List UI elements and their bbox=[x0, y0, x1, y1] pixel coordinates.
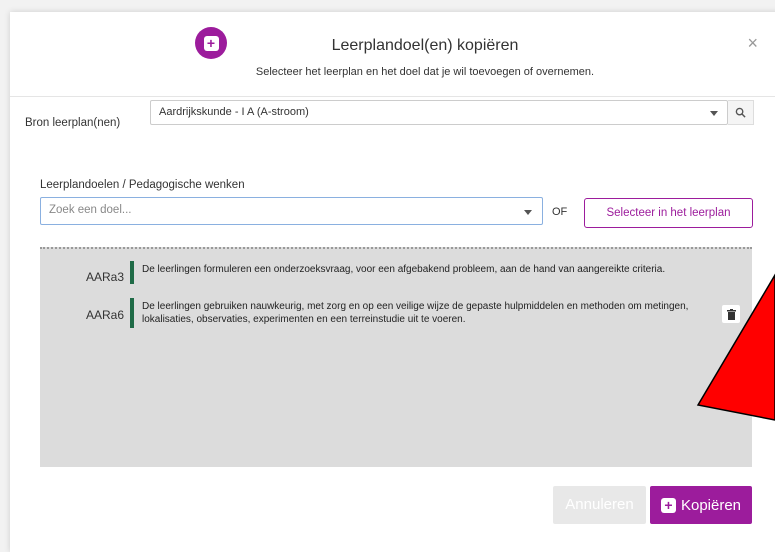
goal-text: De leerlingen gebruiken nauwkeurig, met … bbox=[142, 301, 689, 325]
search-goal-input[interactable]: Zoek een doel... bbox=[40, 197, 543, 225]
chevron-down-icon bbox=[710, 111, 718, 116]
copy-button-label: Kopiëren bbox=[680, 496, 742, 514]
list-item: AARa3 De leerlingen formuleren een onder… bbox=[40, 261, 752, 284]
chevron-down-icon bbox=[524, 210, 532, 215]
plus-square-icon: + bbox=[660, 497, 676, 513]
delete-button[interactable] bbox=[722, 305, 740, 323]
leerplandoelen-label: Leerplandoelen / Pedagogische wenken bbox=[40, 179, 245, 191]
dialog-title: Leerplandoel(en) kopiëren bbox=[331, 37, 519, 54]
goal-code: AARa3 bbox=[85, 270, 124, 284]
selected-goals-list: AARa3 De leerlingen formuleren een onder… bbox=[40, 247, 752, 467]
goal-text: De leerlingen formuleren een onderzoeksv… bbox=[142, 264, 666, 275]
goal-code: AARa6 bbox=[85, 308, 124, 322]
select-in-leerplan-button[interactable]: Selecteer in het leerplan bbox=[584, 198, 753, 228]
copy-button[interactable]: + Kopiëren bbox=[650, 486, 752, 524]
copy-goals-dialog: × + Leerplandoel(en) kopiëren Selecteer … bbox=[10, 12, 775, 552]
bron-leerplan-select[interactable]: Aardrijkskunde - I A (A-stroom) bbox=[150, 100, 728, 125]
or-label: OF bbox=[552, 206, 568, 218]
list-item: AARa6 De leerlingen gebruiken nauwkeurig… bbox=[40, 298, 752, 328]
search-icon bbox=[735, 107, 746, 118]
cancel-button[interactable]: Annuleren bbox=[553, 486, 646, 524]
bron-selected-value: Aardrijkskunde - I A (A-stroom) bbox=[159, 106, 309, 118]
search-button[interactable] bbox=[728, 100, 754, 125]
header-divider bbox=[10, 96, 775, 97]
bron-label: Bron leerplan(nen) bbox=[25, 117, 121, 129]
trash-icon bbox=[726, 308, 736, 320]
search-goal-placeholder: Zoek een doel... bbox=[49, 204, 132, 216]
dialog-subtitle: Selecteer het leerplan en het doel dat j… bbox=[255, 66, 595, 78]
